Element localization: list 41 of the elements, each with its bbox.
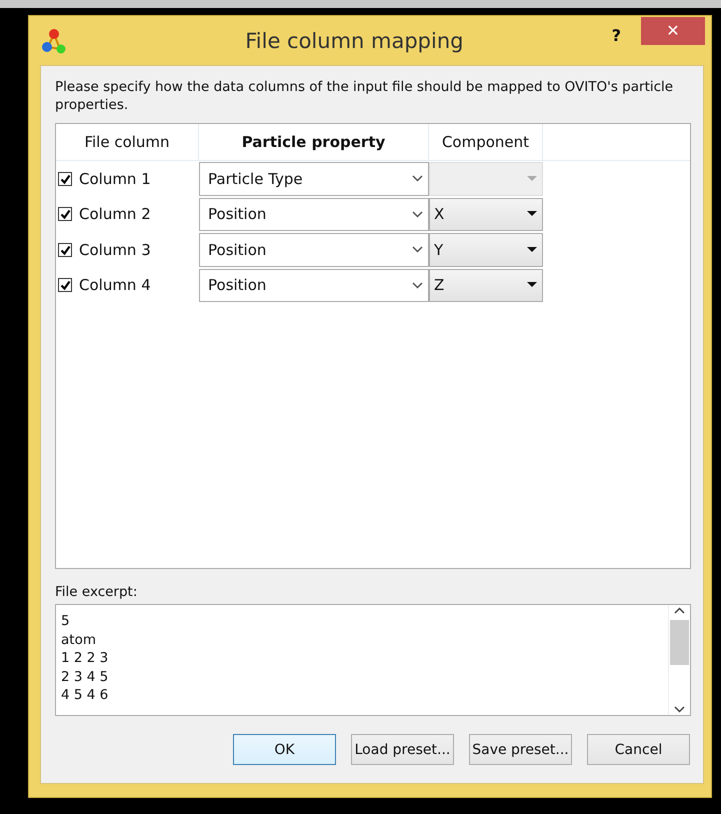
checkbox[interactable] bbox=[58, 207, 72, 222]
checkbox[interactable] bbox=[58, 242, 72, 257]
caret-icon bbox=[527, 176, 537, 182]
dialog-button[interactable]: Load preset... bbox=[351, 734, 454, 765]
column-name: Column 4 bbox=[79, 276, 151, 294]
dialog-button[interactable]: OK bbox=[233, 734, 336, 765]
window-title: File column mapping bbox=[244, 28, 464, 52]
help-button[interactable]: ? bbox=[612, 26, 621, 45]
close-button[interactable]: ✕ bbox=[641, 16, 705, 44]
column-header[interactable]: Particle property bbox=[199, 124, 429, 160]
instructions-text: Please specify how the data columns of the input file should be mapped to OVITO's particle properties. bbox=[55, 78, 674, 114]
caret-icon bbox=[527, 211, 537, 218]
column-header[interactable]: Component bbox=[429, 124, 543, 160]
property-dropdown[interactable]: Position bbox=[199, 268, 429, 302]
chevron-down-icon bbox=[412, 210, 423, 218]
scroll-down-icon[interactable] bbox=[674, 706, 685, 713]
property-dropdown[interactable]: Position bbox=[199, 198, 429, 231]
property-dropdown[interactable]: Particle Type bbox=[199, 162, 429, 196]
checkbox[interactable] bbox=[58, 278, 72, 292]
excerpt-label: File excerpt: bbox=[55, 584, 138, 600]
app-logo-icon bbox=[41, 28, 67, 54]
checkbox[interactable] bbox=[58, 172, 72, 186]
caret-icon bbox=[527, 246, 537, 253]
column-name: Column 1 bbox=[79, 170, 151, 188]
chevron-down-icon bbox=[412, 282, 423, 289]
dialog-button[interactable]: Cancel bbox=[587, 734, 690, 765]
column-name: Column 2 bbox=[79, 205, 151, 224]
excerpt-text: 5 atom 1 2 2 3 2 3 4 5 4 5 4 6 bbox=[60, 612, 110, 705]
scroll-thumb[interactable] bbox=[670, 620, 689, 665]
chevron-down-icon bbox=[412, 246, 423, 254]
column-name: Column 3 bbox=[79, 240, 151, 259]
column-header[interactable]: File column bbox=[56, 124, 199, 160]
chevron-down-icon bbox=[412, 175, 423, 182]
scroll-up-icon[interactable] bbox=[674, 607, 685, 614]
dialog-button[interactable]: Save preset... bbox=[469, 734, 572, 765]
component-dropdown[interactable]: Y bbox=[429, 233, 543, 266]
scrollbar[interactable] bbox=[668, 605, 690, 715]
caret-icon bbox=[527, 282, 537, 288]
component-dropdown[interactable]: Z bbox=[429, 268, 543, 302]
property-dropdown[interactable]: Position bbox=[199, 233, 429, 266]
component-dropdown[interactable]: X bbox=[429, 198, 543, 231]
